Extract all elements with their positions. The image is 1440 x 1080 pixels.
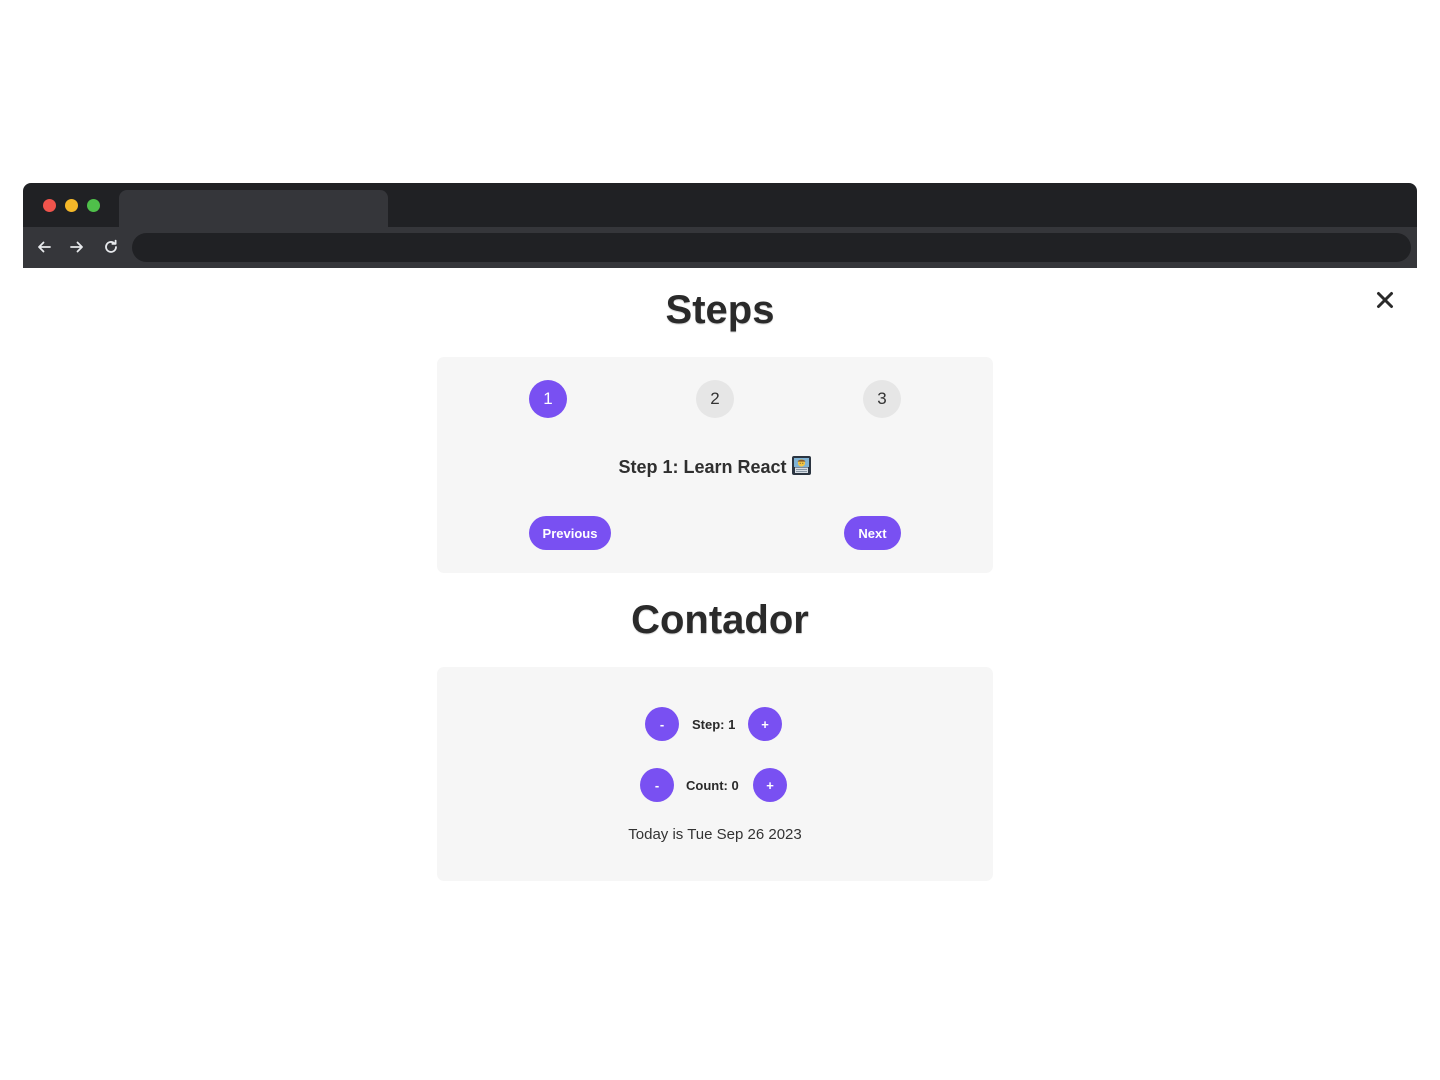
close-window-dot[interactable] bbox=[43, 199, 56, 212]
reload-button[interactable] bbox=[99, 235, 123, 259]
counter-card: - Step: 1 + - Count: 0 + Today is Tue Se… bbox=[437, 667, 993, 881]
step-number-2: 2 bbox=[696, 380, 734, 418]
steps-title: Steps bbox=[665, 288, 775, 332]
technologist-emoji-icon bbox=[791, 456, 811, 475]
arrow-left-icon bbox=[38, 241, 51, 253]
arrow-right-icon bbox=[70, 241, 83, 253]
browser-tab[interactable] bbox=[119, 190, 388, 228]
address-bar[interactable] bbox=[132, 233, 1411, 262]
reload-icon bbox=[105, 239, 117, 253]
maximize-window-dot[interactable] bbox=[87, 199, 100, 212]
step-decrement-button[interactable]: - bbox=[645, 707, 679, 741]
step-message-text: Step 1: Learn React bbox=[618, 457, 787, 477]
browser-toolbar bbox=[23, 227, 1417, 268]
steps-card: 1 2 3 Step 1: Learn React Previous Next bbox=[437, 357, 993, 573]
minimize-window-dot[interactable] bbox=[65, 199, 78, 212]
step-number-3: 3 bbox=[863, 380, 901, 418]
step-message: Step 1: Learn React bbox=[437, 455, 993, 478]
contador-title: Contador bbox=[631, 598, 809, 642]
next-button[interactable]: Next bbox=[844, 516, 901, 550]
window-controls bbox=[43, 199, 100, 212]
forward-button[interactable] bbox=[65, 235, 89, 259]
browser-window-chrome bbox=[23, 183, 1417, 268]
back-button[interactable] bbox=[32, 235, 56, 259]
date-text: Today is Tue Sep 26 2023 bbox=[628, 826, 802, 843]
step-number-1: 1 bbox=[529, 380, 567, 418]
count-value-label: Count: 0 bbox=[686, 778, 739, 793]
count-increment-button[interactable]: + bbox=[753, 768, 787, 802]
count-decrement-button[interactable]: - bbox=[640, 768, 674, 802]
step-increment-button[interactable]: + bbox=[748, 707, 782, 741]
step-value-label: Step: 1 bbox=[692, 717, 736, 732]
previous-button[interactable]: Previous bbox=[529, 516, 611, 550]
